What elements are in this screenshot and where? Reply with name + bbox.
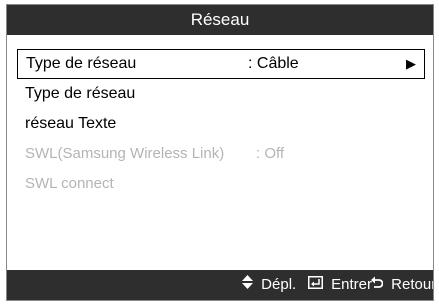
menu-item-label: Type de réseau (25, 85, 136, 102)
menu-list: Type de réseau : Câble ▶ Type de réseau … (17, 49, 425, 199)
menu-item-swl: SWL(Samsung Wireless Link) : Off (17, 139, 425, 169)
network-menu-panel: Réseau Type de réseau : Câble ▶ Type de … (6, 4, 434, 301)
menu-item-label: SWL(Samsung Wireless Link) (25, 145, 225, 162)
menu-item-label: Type de réseau (26, 55, 137, 72)
enter-icon (308, 270, 323, 300)
move-label: Dépl. (261, 276, 297, 294)
enter-label: Entrer (331, 276, 373, 294)
menu-item-label: SWL connect (25, 175, 114, 192)
up-down-arrow-icon (242, 270, 253, 300)
menu-item-value: : Câble (248, 55, 299, 72)
footer-bar: Dépl. Entrer Retour (7, 270, 433, 300)
return-icon (371, 270, 384, 300)
menu-item-network-type[interactable]: Type de réseau (17, 79, 425, 109)
menu-title: Réseau (7, 5, 433, 35)
enter-hint: Entrer (308, 270, 372, 300)
menu-item-network-type-value[interactable]: Type de réseau : Câble ▶ (17, 49, 425, 79)
menu-item-label: réseau Texte (25, 115, 117, 132)
menu-item-value: : Off (256, 145, 285, 162)
return-hint: Retour (371, 270, 434, 300)
return-label: Retour (391, 276, 434, 294)
right-arrow-icon: ▶ (406, 56, 416, 71)
move-hint: Dépl. (242, 270, 296, 300)
menu-item-swl-connect: SWL connect (17, 169, 425, 199)
menu-item-network-text[interactable]: réseau Texte (17, 109, 425, 139)
